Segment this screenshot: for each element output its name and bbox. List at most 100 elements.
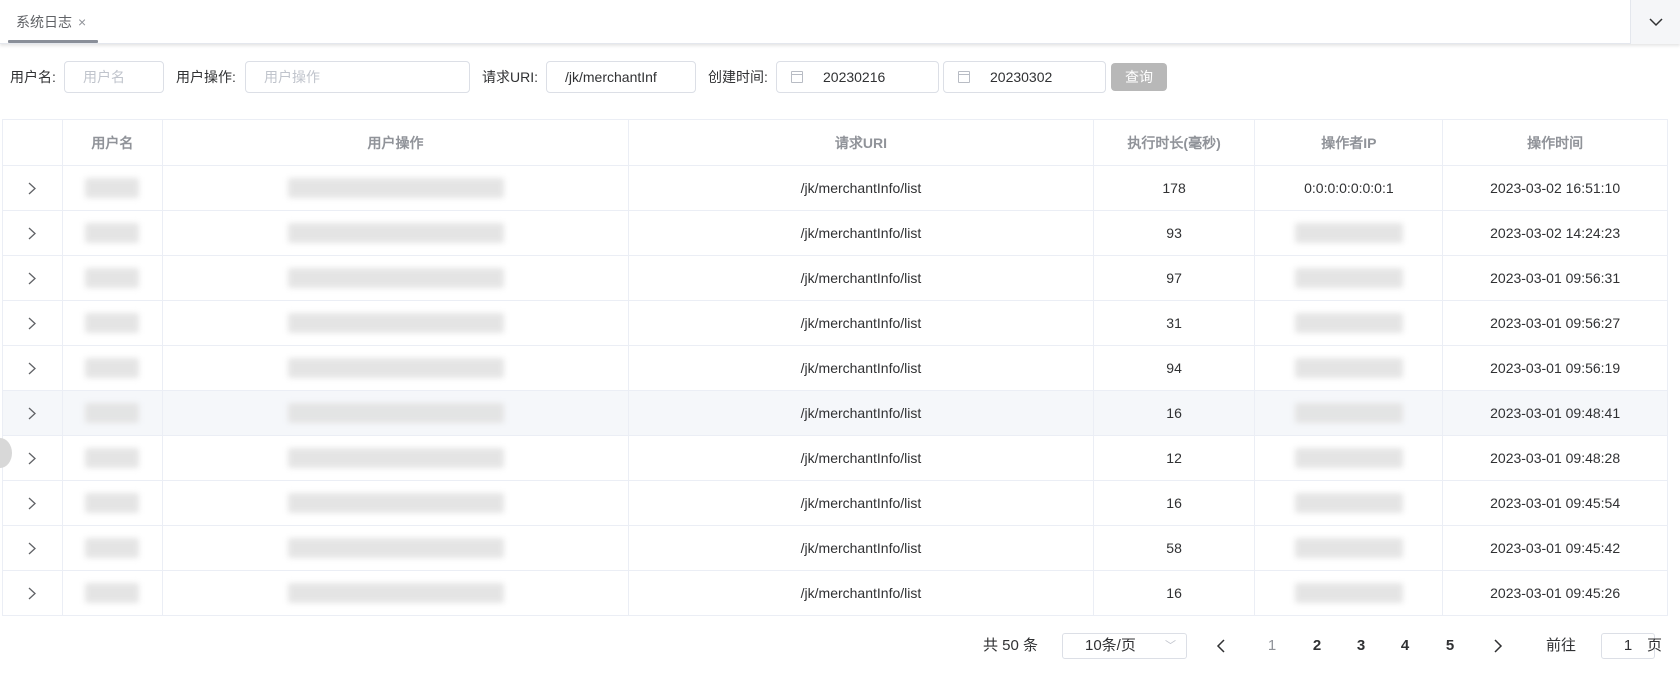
username-cell — [63, 256, 163, 300]
table-row[interactable]: /jk/merchantInfo/list 58 2023-03-01 09:4… — [3, 526, 1667, 571]
redacted-block — [85, 583, 140, 603]
redacted-block — [85, 223, 140, 243]
tab-system-log[interactable]: 系统日志 × — [8, 0, 94, 44]
username-cell — [63, 301, 163, 345]
expand-cell[interactable] — [3, 301, 63, 345]
ip-cell — [1255, 256, 1444, 300]
uri-cell: /jk/merchantInfo/list — [629, 301, 1094, 345]
table-row[interactable]: /jk/merchantInfo/list 93 2023-03-02 14:2… — [3, 211, 1667, 256]
query-button[interactable]: 查询 — [1111, 63, 1167, 91]
page-1[interactable]: 1 — [1260, 630, 1284, 662]
ip-cell — [1255, 571, 1444, 615]
calendar-icon — [958, 71, 970, 83]
table-row[interactable]: /jk/merchantInfo/list 16 2023-03-01 09:4… — [3, 571, 1667, 616]
table-row[interactable]: /jk/merchantInfo/list 97 2023-03-01 09:5… — [3, 256, 1667, 301]
redacted-block — [287, 313, 504, 333]
chevron-right-icon[interactable] — [28, 542, 37, 555]
username-cell — [63, 436, 163, 480]
ip-cell: 0:0:0:0:0:0:0:1 — [1255, 166, 1444, 210]
uri-cell: /jk/merchantInfo/list — [629, 571, 1094, 615]
username-cell — [63, 166, 163, 210]
table-header: 用户名 用户操作 请求URI 执行时长(毫秒) 操作者IP 操作时间 — [3, 120, 1667, 166]
chevron-right-icon[interactable] — [28, 452, 37, 465]
page-size-select[interactable]: 10条/页 ﹀ — [1062, 633, 1187, 659]
redacted-block — [1294, 223, 1403, 243]
table-row[interactable]: /jk/merchantInfo/list 178 0:0:0:0:0:0:0:… — [3, 166, 1667, 211]
header-expand — [3, 120, 63, 165]
operation-cell — [163, 166, 630, 210]
uri-cell: /jk/merchantInfo/list — [629, 211, 1094, 255]
redacted-block — [1294, 448, 1403, 468]
expand-cell[interactable] — [3, 391, 63, 435]
chevron-right-icon[interactable] — [28, 227, 37, 240]
time-cell: 2023-03-01 09:45:54 — [1490, 495, 1621, 511]
end-date-picker[interactable]: 20230302 — [943, 61, 1106, 93]
redacted-block — [1294, 583, 1403, 603]
page-size-value: 10条/页 — [1085, 637, 1136, 654]
table-body: /jk/merchantInfo/list 178 0:0:0:0:0:0:0:… — [3, 166, 1667, 616]
table-row[interactable]: /jk/merchantInfo/list 31 2023-03-01 09:5… — [3, 301, 1667, 346]
operation-input[interactable] — [245, 61, 470, 93]
expand-cell[interactable] — [3, 211, 63, 255]
header-uri: 请求URI — [629, 120, 1094, 165]
uri-cell: /jk/merchantInfo/list — [629, 166, 1094, 210]
uri-input[interactable] — [546, 61, 696, 93]
table-row[interactable]: /jk/merchantInfo/list 16 2023-03-01 09:4… — [3, 391, 1667, 436]
expand-cell[interactable] — [3, 571, 63, 615]
expand-cell[interactable] — [3, 436, 63, 480]
end-date-value: 20230302 — [990, 69, 1053, 85]
redacted-block — [287, 583, 504, 603]
redacted-block — [287, 538, 504, 558]
duration-cell: 178 — [1094, 166, 1256, 210]
tab-bar: 系统日志 × — [0, 0, 1680, 44]
tab-dropdown-button[interactable] — [1630, 0, 1680, 44]
ip-cell — [1255, 526, 1444, 570]
duration-cell: 16 — [1094, 391, 1256, 435]
table-row[interactable]: /jk/merchantInfo/list 12 2023-03-01 09:4… — [3, 436, 1667, 481]
time-cell: 2023-03-01 09:45:26 — [1490, 585, 1621, 601]
chevron-right-icon[interactable] — [28, 407, 37, 420]
expand-cell[interactable] — [3, 256, 63, 300]
expand-cell[interactable] — [3, 526, 63, 570]
chevron-right-icon[interactable] — [28, 362, 37, 375]
expand-cell[interactable] — [3, 346, 63, 390]
redacted-block — [85, 313, 140, 333]
time-cell: 2023-03-02 16:51:10 — [1490, 180, 1621, 196]
redacted-block — [287, 268, 504, 288]
operation-cell — [163, 391, 630, 435]
start-date-picker[interactable]: 20230216 — [776, 61, 939, 93]
expand-cell[interactable] — [3, 166, 63, 210]
username-input[interactable] — [64, 61, 164, 93]
redacted-block — [85, 403, 140, 423]
chevron-right-icon[interactable] — [28, 272, 37, 285]
page-2[interactable]: 2 — [1305, 630, 1329, 662]
redacted-block — [287, 223, 504, 243]
username-label: 用户名: — [10, 69, 56, 85]
duration-cell: 97 — [1094, 256, 1256, 300]
username-cell — [63, 391, 163, 435]
username-cell — [63, 346, 163, 390]
chevron-right-icon[interactable] — [28, 182, 37, 195]
operation-cell — [163, 526, 630, 570]
ip-cell — [1255, 301, 1444, 345]
redacted-block — [85, 448, 140, 468]
chevron-right-icon[interactable] — [28, 497, 37, 510]
prev-page-button[interactable] — [1216, 630, 1226, 662]
page-4[interactable]: 4 — [1393, 630, 1417, 662]
page-3[interactable]: 3 — [1349, 630, 1373, 662]
operation-cell — [163, 481, 630, 525]
redacted-block — [85, 268, 140, 288]
close-icon[interactable]: × — [78, 14, 86, 30]
time-cell: 2023-03-01 09:45:42 — [1490, 540, 1621, 556]
time-cell: 2023-03-02 14:24:23 — [1490, 225, 1621, 241]
chevron-right-icon[interactable] — [28, 587, 37, 600]
expand-cell[interactable] — [3, 481, 63, 525]
goto-label: 前往 — [1546, 637, 1577, 654]
chevron-right-icon[interactable] — [28, 317, 37, 330]
table-row[interactable]: /jk/merchantInfo/list 16 2023-03-01 09:4… — [3, 481, 1667, 526]
redacted-block — [287, 493, 504, 513]
table-row[interactable]: /jk/merchantInfo/list 94 2023-03-01 09:5… — [3, 346, 1667, 391]
redacted-block — [1294, 538, 1403, 558]
page-5[interactable]: 5 — [1438, 630, 1462, 662]
next-page-button[interactable] — [1493, 630, 1503, 662]
